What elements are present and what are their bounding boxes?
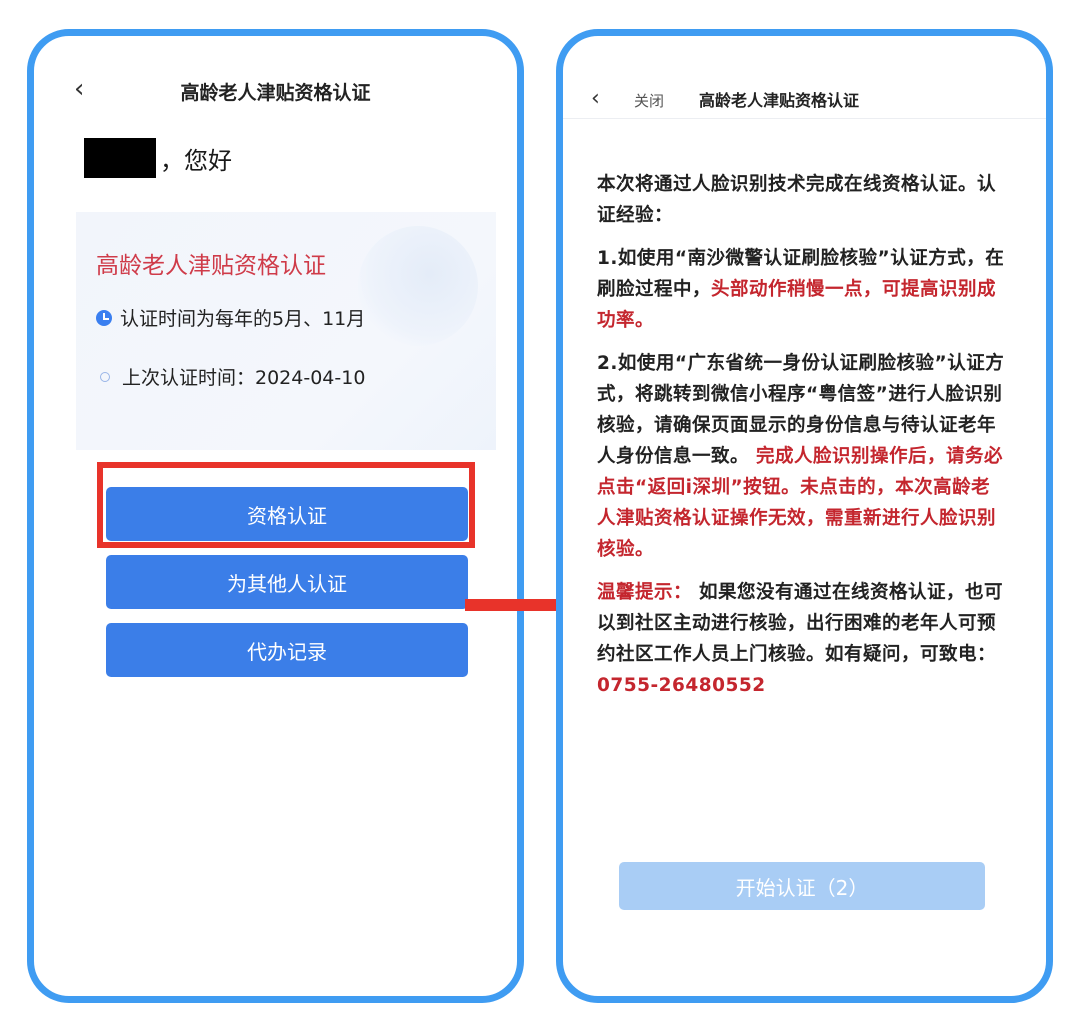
page-title: 高龄老人津贴资格认证 xyxy=(699,91,860,110)
instruction-item-1: 1.如使用“南沙微警认证刷脸核验”认证方式，在刷脸过程中，头部动作稍慢一点，可提… xyxy=(597,243,1007,336)
close-button[interactable]: 关闭 xyxy=(634,90,664,111)
page-title: 高龄老人津贴资格认证 xyxy=(180,82,371,104)
chevron-left-icon[interactable]: ‹ xyxy=(591,88,600,110)
intro-text: 本次将通过人脸识别技术完成在线资格认证。认证经验： xyxy=(597,174,997,226)
greeting: ，您好 xyxy=(84,138,232,178)
clock-icon xyxy=(96,309,112,326)
phone-screen-right: ‹ 关闭 高龄老人津贴资格认证 本次将通过人脸识别技术完成在线资格认证。认证经验… xyxy=(556,29,1053,1003)
instruction-item-2: 2.如使用“广东省统一身份认证刷脸核验”认证方式，将跳转到微信小程序“粤信签”进… xyxy=(597,348,1007,565)
last-auth-row: 上次认证时间：2024-04-10 xyxy=(96,363,365,390)
highlight-box xyxy=(97,462,475,548)
instructions: 本次将通过人脸识别技术完成在线资格认证。认证经验： 1.如使用“南沙微警认证刷脸… xyxy=(597,169,1007,713)
divider xyxy=(563,118,1046,119)
tip-paragraph: 温馨提示： 如果您没有通过在线资格认证，也可以到社区主动进行核验，出行困难的老年… xyxy=(597,577,1007,701)
redacted-name xyxy=(84,138,156,178)
schedule-row: 认证时间为每年的5月、11月 xyxy=(96,304,365,331)
card-decoration xyxy=(358,226,478,346)
tip-label: 温馨提示： xyxy=(597,582,693,603)
start-auth-button[interactable]: 开始认证（2） xyxy=(619,862,985,910)
phone-screen-left: ‹ 高龄老人津贴资格认证 ，您好 高龄老人津贴资格认证 认证时间为每年的5月、1… xyxy=(27,29,524,1003)
phone-number[interactable]: 0755-26480552 xyxy=(597,675,766,696)
info-card: 高龄老人津贴资格认证 认证时间为每年的5月、11月 上次认证时间：2024-04… xyxy=(76,212,496,450)
authenticate-others-button[interactable]: 为其他人认证 xyxy=(106,555,468,609)
greeting-text: ，您好 xyxy=(160,146,232,175)
last-auth-text: 上次认证时间：2024-04-10 xyxy=(122,367,366,389)
card-title: 高龄老人津贴资格认证 xyxy=(96,253,326,279)
schedule-text: 认证时间为每年的5月、11月 xyxy=(120,308,366,330)
dot-icon xyxy=(100,371,110,382)
records-button[interactable]: 代办记录 xyxy=(106,623,468,677)
